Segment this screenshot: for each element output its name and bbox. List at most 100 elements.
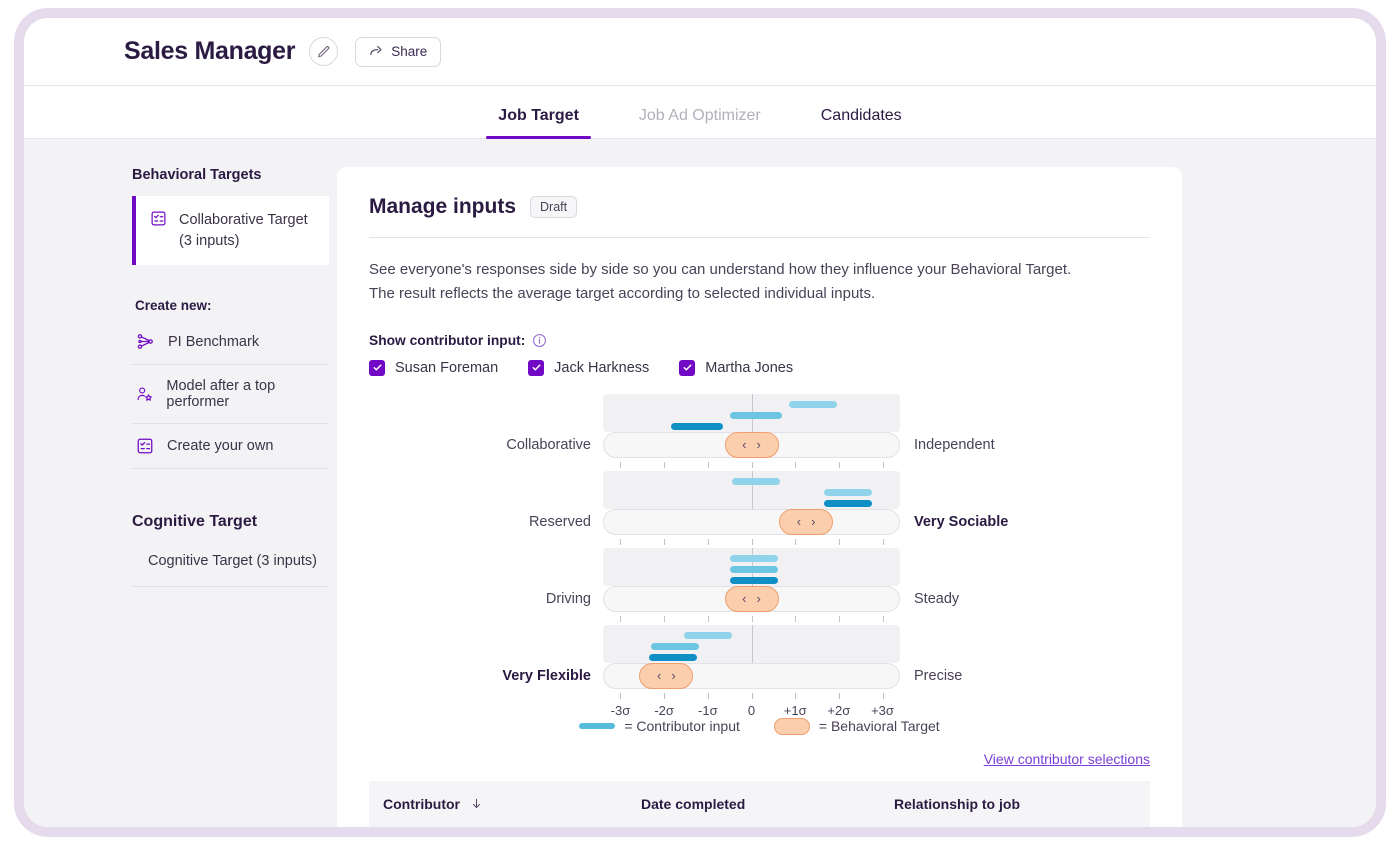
axis-tick-label: +3σ <box>871 703 894 718</box>
panel-description-line1: See everyone's responses side by side so… <box>369 258 1150 282</box>
contributor-bar <box>730 577 778 584</box>
axis-tick <box>620 616 621 622</box>
behavioral-target-pill[interactable]: ‹› <box>639 663 693 689</box>
contributor-bar <box>671 423 723 430</box>
axis-tick <box>708 462 709 468</box>
app-content: Sales Manager Share Job Target Job Ad Op… <box>24 18 1376 827</box>
show-label-text: Show contributor input: <box>369 333 525 348</box>
sidebar-item-cognitive-target[interactable]: Cognitive Target (3 inputs) <box>132 531 329 587</box>
tab-bar: Job Target Job Ad Optimizer Candidates <box>24 86 1376 139</box>
contributor-bar <box>732 478 780 485</box>
edit-title-button[interactable] <box>309 37 338 66</box>
target-name: Collaborative Target <box>179 210 308 231</box>
target-slider-track[interactable] <box>603 509 900 535</box>
chart-ticks <box>603 616 900 624</box>
create-new-heading: Create new: <box>135 298 329 313</box>
contributor-checkbox-susan-foreman[interactable]: Susan Foreman <box>369 360 498 376</box>
axis-tick <box>708 539 709 545</box>
axis-tick <box>620 539 621 545</box>
contributor-name: Martha Jones <box>705 360 793 376</box>
tab-job-target[interactable]: Job Target <box>468 107 609 138</box>
pencil-icon <box>317 45 331 59</box>
axis-tick <box>795 693 796 699</box>
legend-behavioral-target: = Behavioral Target <box>774 718 940 735</box>
app-header: Sales Manager Share <box>24 18 1376 86</box>
axis-tick <box>708 693 709 699</box>
tab-candidates[interactable]: Candidates <box>791 107 932 138</box>
target-pill-swatch <box>774 718 810 735</box>
factor-right-label: Independent <box>914 437 995 453</box>
axis-tick-label: +2σ <box>827 703 850 718</box>
share-button[interactable]: Share <box>355 37 441 67</box>
target-inputs: (3 inputs) <box>179 231 308 252</box>
axis-tick <box>752 616 753 622</box>
factor-right-label: Steady <box>914 591 959 607</box>
sidebar-item-pi-benchmark[interactable]: PI Benchmark <box>132 319 329 365</box>
info-icon[interactable] <box>532 333 547 348</box>
status-badge: Draft <box>530 196 577 218</box>
axis-tick <box>795 616 796 622</box>
show-contributor-input-label: Show contributor input: <box>369 333 1150 348</box>
axis-tick <box>664 616 665 622</box>
chevron-left-icon[interactable]: ‹ <box>657 668 661 683</box>
chevron-left-icon[interactable]: ‹ <box>742 591 746 606</box>
behavioral-target-pill[interactable]: ‹› <box>725 432 779 458</box>
manage-inputs-panel: Manage inputs Draft See everyone's respo… <box>337 167 1182 827</box>
axis-tick <box>664 539 665 545</box>
view-contributor-selections-link[interactable]: View contributor selections <box>369 751 1150 767</box>
contributor-bar <box>824 489 872 496</box>
contributor-bar <box>730 412 782 419</box>
axis-tick <box>795 462 796 468</box>
axis-tick <box>839 693 840 699</box>
contributor-line-swatch <box>579 723 615 729</box>
panel-header: Manage inputs Draft <box>369 195 1150 219</box>
column-header-contributor[interactable]: Contributor <box>383 796 641 812</box>
contributor-table: Contributor Date completed Relationship … <box>369 781 1150 827</box>
axis-tick <box>883 539 884 545</box>
checklist-icon <box>150 210 167 227</box>
axis-tick <box>795 539 796 545</box>
chart-ticks <box>603 539 900 547</box>
contributor-bar <box>824 500 872 507</box>
behavioral-target-chart: ‹›CollaborativeIndependent‹›ReservedVery… <box>369 394 1150 714</box>
legend-label: = Contributor input <box>624 718 740 734</box>
checkbox-checked-icon <box>528 360 544 376</box>
page-title: Sales Manager <box>124 37 295 66</box>
benchmark-network-icon <box>136 332 155 351</box>
axis-tick-label: 0 <box>748 703 755 718</box>
axis-tick-label: +1σ <box>784 703 807 718</box>
chevron-right-icon[interactable]: › <box>671 668 675 683</box>
chevron-right-icon[interactable]: › <box>757 437 761 452</box>
factor-left-label: Collaborative <box>369 437 591 453</box>
contributor-checkbox-group: Susan Foreman Jack Harkness Martha Jones <box>369 360 1150 376</box>
contributor-bar <box>730 555 778 562</box>
tab-job-ad-optimizer[interactable]: Job Ad Optimizer <box>609 107 791 138</box>
factor-left-label: Reserved <box>369 514 591 530</box>
column-label: Contributor <box>383 796 460 812</box>
contributor-checkbox-martha-jones[interactable]: Martha Jones <box>679 360 793 376</box>
column-header-relationship[interactable]: Relationship to job <box>894 796 1130 812</box>
chart-row-very-flexible: ‹›Very FlexiblePrecise-3σ-2σ-1σ0+1σ+2σ+3… <box>369 625 1150 702</box>
legend-label: = Behavioral Target <box>819 718 940 734</box>
chevron-right-icon[interactable]: › <box>757 591 761 606</box>
sidebar-item-collaborative-target[interactable]: Collaborative Target (3 inputs) <box>132 196 329 265</box>
sidebar-item-create-your-own[interactable]: Create your own <box>132 424 329 469</box>
checklist-icon <box>136 437 154 455</box>
chevron-right-icon[interactable]: › <box>811 514 815 529</box>
contributor-checkbox-jack-harkness[interactable]: Jack Harkness <box>528 360 649 376</box>
chevron-left-icon[interactable]: ‹ <box>797 514 801 529</box>
axis-tick <box>883 616 884 622</box>
chart-row-driving: ‹›DrivingSteady <box>369 548 1150 625</box>
panel-description-line2: The result reflects the average target a… <box>369 282 1150 306</box>
axis-tick-label: -3σ <box>611 703 631 718</box>
factor-left-label: Driving <box>369 591 591 607</box>
behavioral-target-pill[interactable]: ‹› <box>779 509 833 535</box>
behavioral-target-pill[interactable]: ‹› <box>725 586 779 612</box>
chevron-left-icon[interactable]: ‹ <box>742 437 746 452</box>
axis-tick <box>620 462 621 468</box>
chart-ticks: -3σ-2σ-1σ0+1σ+2σ+3σ <box>603 693 900 701</box>
sidebar-item-model-top-performer[interactable]: Model after a top performer <box>132 365 329 424</box>
axis-tick-label: -2σ <box>654 703 674 718</box>
column-header-date[interactable]: Date completed <box>641 796 894 812</box>
axis-tick <box>883 462 884 468</box>
